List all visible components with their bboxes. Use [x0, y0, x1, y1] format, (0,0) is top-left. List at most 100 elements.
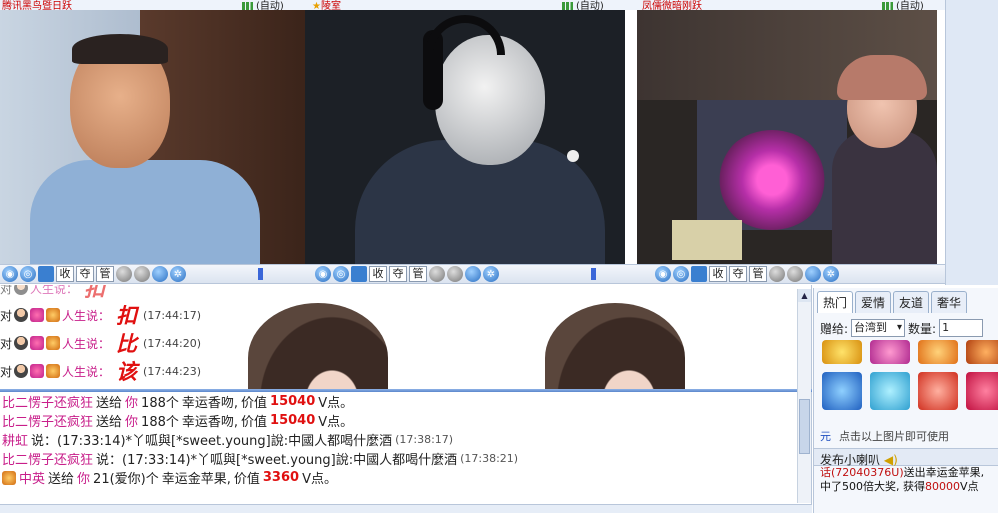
gift-badge-icon [2, 470, 16, 485]
volume-level-bar[interactable] [591, 268, 596, 280]
room3-title[interactable]: 凤儒微暗刚跃 [642, 0, 702, 10]
tab-hot[interactable]: 热门 [817, 291, 854, 313]
chat-scrollbar[interactable]: ▲ [797, 289, 811, 503]
window-icon[interactable] [691, 266, 707, 282]
tab-love[interactable]: 爱情 [855, 291, 892, 313]
video-1-controls: ◉ ◎ 收 夺 管 ✲ [0, 264, 305, 284]
gift-item-icon[interactable] [822, 372, 862, 410]
video-pane-3[interactable] [637, 10, 937, 264]
gift-item-icon[interactable] [870, 372, 910, 410]
speaker-icon: ◀) [883, 453, 898, 467]
public-chat-pane[interactable]: 对人生说：扣 对 人生说： 扣 (17:44:17) 对 人生说： 比 (17:… [0, 285, 812, 390]
gift-item-icon[interactable] [870, 340, 910, 364]
camera-icon[interactable]: ◎ [673, 266, 689, 282]
window-icon[interactable] [351, 266, 367, 282]
tab-luxury[interactable]: 奢华 [931, 291, 968, 313]
window-icon[interactable] [38, 266, 54, 282]
room2-status: (自动) [562, 0, 604, 10]
horn-bar[interactable]: 发布小喇叭 ◀) [814, 448, 998, 467]
manage-button[interactable]: 管 [409, 266, 427, 282]
record-icon[interactable] [152, 266, 168, 282]
level-badge-icon [46, 308, 61, 322]
person-body [832, 130, 937, 264]
headset-icon[interactable] [116, 266, 132, 282]
volume-icon[interactable]: ◉ [655, 266, 671, 282]
quantity-input[interactable]: 1 [939, 319, 984, 337]
room2-title[interactable]: ★陵室 [312, 0, 341, 10]
collect-button[interactable]: 收 [56, 266, 74, 282]
volume-icon[interactable]: ◉ [2, 266, 18, 282]
phone-device [672, 220, 742, 260]
chat-username[interactable]: 中英 [19, 468, 45, 487]
chat-row: 对 人生说： 该 (17:44:23) [0, 359, 202, 384]
room1-status: (自动) [242, 0, 284, 10]
gift-item-icon[interactable] [966, 340, 998, 364]
chat-username[interactable]: 比二愣子还疯狂 [2, 449, 93, 468]
level-badge-icon [46, 336, 61, 350]
tinsel-decoration [717, 130, 827, 230]
gift-message: 中英 送给你 21(爱你)个 幸运金苹果, 价值 3360 V点。 [2, 468, 337, 487]
grab-button[interactable]: 夺 [729, 266, 747, 282]
settings-icon[interactable]: ✲ [483, 266, 499, 282]
gift-item-icon[interactable] [966, 372, 998, 410]
tab-friend[interactable]: 友道 [893, 291, 930, 313]
user-avatar-icon [14, 364, 29, 378]
gift-item-icon[interactable] [822, 340, 862, 364]
signal-icon [882, 2, 896, 10]
video-2-controls: ◉ ◎ 收 夺 管 ✲ [305, 264, 637, 284]
gift-item-icon[interactable] [918, 340, 958, 364]
person-hair [72, 34, 168, 64]
collect-button[interactable]: 收 [369, 266, 387, 282]
headset-icon[interactable] [769, 266, 785, 282]
chat-username[interactable]: 比二愣子还疯狂 [2, 392, 93, 411]
room3-status: (自动) [882, 0, 924, 10]
vip-badge-icon [30, 364, 45, 378]
record-icon[interactable] [465, 266, 481, 282]
chat-username[interactable]: 人生说： [62, 307, 110, 324]
camera-icon[interactable]: ◎ [20, 266, 36, 282]
person-shirt [30, 160, 260, 264]
manage-button[interactable]: 管 [96, 266, 114, 282]
quantity-label: 数量: [908, 321, 937, 336]
gift-message: 比二愣子还疯狂 送给你 188个 幸运香吻, 价值 15040 V点。 [2, 392, 354, 411]
private-chat-pane[interactable]: 比二愣子还疯狂 送给你 188个 幸运香吻, 价值 15040 V点。 比二愣子还疯狂 送给… [0, 392, 812, 504]
chat-message: 耕虹 说：(17:33:14)*丫呱與[*sweet.young]說:中國人都喝什… [2, 430, 453, 449]
room1-title[interactable]: 腾讯黑鸟暨日跃 [2, 0, 72, 10]
star-icon: ★ [312, 1, 321, 10]
grab-button[interactable]: 夺 [76, 266, 94, 282]
grab-button[interactable]: 夺 [389, 266, 407, 282]
user-icon[interactable] [787, 266, 803, 282]
user-icon[interactable] [134, 266, 150, 282]
settings-icon[interactable]: ✲ [823, 266, 839, 282]
user-avatar-icon [14, 336, 29, 350]
scroll-thumb[interactable] [799, 399, 810, 454]
volume-level-bar[interactable] [258, 268, 263, 280]
camera-icon[interactable]: ◎ [333, 266, 349, 282]
user-icon[interactable] [447, 266, 463, 282]
recipient-select[interactable]: 台湾到 [851, 319, 906, 337]
video-pane-2[interactable] [305, 10, 625, 264]
scroll-up-icon[interactable]: ▲ [798, 289, 811, 302]
chat-username[interactable]: 耕虹 [2, 430, 28, 449]
background-portrait-2 [545, 303, 685, 390]
gift-item-icon[interactable] [918, 372, 958, 410]
collect-button[interactable]: 收 [709, 266, 727, 282]
manage-button[interactable]: 管 [749, 266, 767, 282]
record-icon[interactable] [805, 266, 821, 282]
gift-hint: 元点击以上图片即可使用 [820, 430, 949, 443]
user-avatar-icon [14, 308, 29, 322]
chat-username[interactable]: 比二愣子还疯狂 [2, 411, 93, 430]
headset-icon[interactable] [429, 266, 445, 282]
signal-icon [242, 2, 256, 10]
volume-icon[interactable]: ◉ [315, 266, 331, 282]
chat-row: 对 人生说： 扣 (17:44:17) [0, 303, 202, 328]
right-edge-panel [945, 0, 998, 285]
vip-badge-icon [30, 336, 45, 350]
chat-username[interactable]: 人生说： [62, 335, 110, 352]
room-title-strip: 腾讯黑鸟暨日跃 (自动) ★陵室 (自动) 凤儒微暗刚跃 (自动) [0, 0, 998, 10]
video-pane-1[interactable] [0, 10, 305, 264]
background-portrait-1 [248, 303, 388, 390]
settings-icon[interactable]: ✲ [170, 266, 186, 282]
chat-username[interactable]: 人生说： [62, 363, 110, 380]
chat-toolbar [0, 504, 812, 513]
